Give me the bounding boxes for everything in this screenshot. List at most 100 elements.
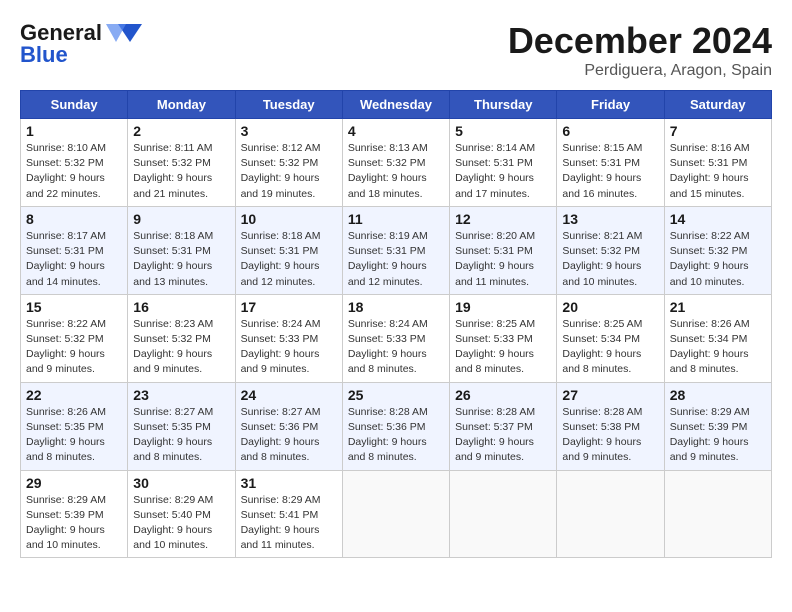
day-number: 20 [562,299,658,315]
day-number: 17 [241,299,337,315]
day-cell-4: 4 Sunrise: 8:13 AMSunset: 5:32 PMDayligh… [342,119,449,207]
col-saturday: Saturday [664,91,771,119]
day-info: Sunrise: 8:24 AMSunset: 5:33 PMDaylight:… [241,318,321,376]
day-number: 28 [670,387,766,403]
day-info: Sunrise: 8:25 AMSunset: 5:34 PMDaylight:… [562,318,642,376]
day-info: Sunrise: 8:21 AMSunset: 5:32 PMDaylight:… [562,230,642,288]
day-cell-5: 5 Sunrise: 8:14 AMSunset: 5:31 PMDayligh… [450,119,557,207]
day-number: 7 [670,123,766,139]
day-cell-3: 3 Sunrise: 8:12 AMSunset: 5:32 PMDayligh… [235,119,342,207]
day-info: Sunrise: 8:18 AMSunset: 5:31 PMDaylight:… [133,230,213,288]
day-info: Sunrise: 8:29 AMSunset: 5:40 PMDaylight:… [133,494,213,552]
day-info: Sunrise: 8:29 AMSunset: 5:41 PMDaylight:… [241,494,321,552]
day-number: 25 [348,387,444,403]
day-info: Sunrise: 8:15 AMSunset: 5:31 PMDaylight:… [562,142,642,200]
day-number: 5 [455,123,551,139]
day-number: 23 [133,387,229,403]
day-info: Sunrise: 8:22 AMSunset: 5:32 PMDaylight:… [26,318,106,376]
day-cell-26: 26 Sunrise: 8:28 AMSunset: 5:37 PMDaylig… [450,382,557,470]
day-number: 29 [26,475,122,491]
day-info: Sunrise: 8:19 AMSunset: 5:31 PMDaylight:… [348,230,428,288]
day-info: Sunrise: 8:24 AMSunset: 5:33 PMDaylight:… [348,318,428,376]
day-cell-17: 17 Sunrise: 8:24 AMSunset: 5:33 PMDaylig… [235,294,342,382]
day-number: 3 [241,123,337,139]
day-cell-11: 11 Sunrise: 8:19 AMSunset: 5:31 PMDaylig… [342,206,449,294]
day-info: Sunrise: 8:28 AMSunset: 5:36 PMDaylight:… [348,406,428,464]
day-cell-13: 13 Sunrise: 8:21 AMSunset: 5:32 PMDaylig… [557,206,664,294]
day-info: Sunrise: 8:28 AMSunset: 5:37 PMDaylight:… [455,406,535,464]
calendar-table: Sunday Monday Tuesday Wednesday Thursday… [20,90,772,558]
day-cell-25: 25 Sunrise: 8:28 AMSunset: 5:36 PMDaylig… [342,382,449,470]
calendar-header-row: Sunday Monday Tuesday Wednesday Thursday… [21,91,772,119]
header: General Blue December 2024 Perdiguera, A… [20,20,772,80]
empty-cell [664,470,771,558]
day-cell-8: 8 Sunrise: 8:17 AMSunset: 5:31 PMDayligh… [21,206,128,294]
day-cell-2: 2 Sunrise: 8:11 AMSunset: 5:32 PMDayligh… [128,119,235,207]
logo-icon [106,22,142,44]
day-cell-12: 12 Sunrise: 8:20 AMSunset: 5:31 PMDaylig… [450,206,557,294]
day-info: Sunrise: 8:13 AMSunset: 5:32 PMDaylight:… [348,142,428,200]
day-cell-9: 9 Sunrise: 8:18 AMSunset: 5:31 PMDayligh… [128,206,235,294]
logo-blue: Blue [20,42,68,68]
day-info: Sunrise: 8:28 AMSunset: 5:38 PMDaylight:… [562,406,642,464]
day-number: 1 [26,123,122,139]
week-row-2: 8 Sunrise: 8:17 AMSunset: 5:31 PMDayligh… [21,206,772,294]
month-title: December 2024 [508,20,772,62]
day-info: Sunrise: 8:11 AMSunset: 5:32 PMDaylight:… [133,142,212,200]
col-friday: Friday [557,91,664,119]
day-cell-18: 18 Sunrise: 8:24 AMSunset: 5:33 PMDaylig… [342,294,449,382]
day-info: Sunrise: 8:20 AMSunset: 5:31 PMDaylight:… [455,230,535,288]
day-number: 30 [133,475,229,491]
day-number: 12 [455,211,551,227]
day-number: 15 [26,299,122,315]
empty-cell [450,470,557,558]
day-number: 27 [562,387,658,403]
day-number: 18 [348,299,444,315]
day-number: 4 [348,123,444,139]
day-info: Sunrise: 8:29 AMSunset: 5:39 PMDaylight:… [26,494,106,552]
week-row-3: 15 Sunrise: 8:22 AMSunset: 5:32 PMDaylig… [21,294,772,382]
day-info: Sunrise: 8:10 AMSunset: 5:32 PMDaylight:… [26,142,106,200]
day-cell-23: 23 Sunrise: 8:27 AMSunset: 5:35 PMDaylig… [128,382,235,470]
day-number: 21 [670,299,766,315]
day-cell-16: 16 Sunrise: 8:23 AMSunset: 5:32 PMDaylig… [128,294,235,382]
day-info: Sunrise: 8:29 AMSunset: 5:39 PMDaylight:… [670,406,750,464]
day-number: 14 [670,211,766,227]
day-number: 24 [241,387,337,403]
empty-cell [557,470,664,558]
col-sunday: Sunday [21,91,128,119]
day-number: 8 [26,211,122,227]
day-cell-31: 31 Sunrise: 8:29 AMSunset: 5:41 PMDaylig… [235,470,342,558]
day-info: Sunrise: 8:12 AMSunset: 5:32 PMDaylight:… [241,142,321,200]
day-info: Sunrise: 8:27 AMSunset: 5:35 PMDaylight:… [133,406,213,464]
day-cell-6: 6 Sunrise: 8:15 AMSunset: 5:31 PMDayligh… [557,119,664,207]
location: Perdiguera, Aragon, Spain [508,62,772,80]
day-number: 22 [26,387,122,403]
day-number: 6 [562,123,658,139]
day-cell-1: 1 Sunrise: 8:10 AMSunset: 5:32 PMDayligh… [21,119,128,207]
day-cell-15: 15 Sunrise: 8:22 AMSunset: 5:32 PMDaylig… [21,294,128,382]
day-number: 10 [241,211,337,227]
day-number: 11 [348,211,444,227]
col-thursday: Thursday [450,91,557,119]
day-info: Sunrise: 8:26 AMSunset: 5:34 PMDaylight:… [670,318,750,376]
day-cell-29: 29 Sunrise: 8:29 AMSunset: 5:39 PMDaylig… [21,470,128,558]
day-cell-14: 14 Sunrise: 8:22 AMSunset: 5:32 PMDaylig… [664,206,771,294]
day-number: 13 [562,211,658,227]
day-cell-30: 30 Sunrise: 8:29 AMSunset: 5:40 PMDaylig… [128,470,235,558]
day-cell-22: 22 Sunrise: 8:26 AMSunset: 5:35 PMDaylig… [21,382,128,470]
day-cell-19: 19 Sunrise: 8:25 AMSunset: 5:33 PMDaylig… [450,294,557,382]
day-info: Sunrise: 8:17 AMSunset: 5:31 PMDaylight:… [26,230,106,288]
day-number: 2 [133,123,229,139]
day-info: Sunrise: 8:27 AMSunset: 5:36 PMDaylight:… [241,406,321,464]
day-number: 9 [133,211,229,227]
col-wednesday: Wednesday [342,91,449,119]
day-cell-21: 21 Sunrise: 8:26 AMSunset: 5:34 PMDaylig… [664,294,771,382]
day-number: 19 [455,299,551,315]
day-info: Sunrise: 8:23 AMSunset: 5:32 PMDaylight:… [133,318,213,376]
day-info: Sunrise: 8:16 AMSunset: 5:31 PMDaylight:… [670,142,750,200]
day-cell-24: 24 Sunrise: 8:27 AMSunset: 5:36 PMDaylig… [235,382,342,470]
day-info: Sunrise: 8:25 AMSunset: 5:33 PMDaylight:… [455,318,535,376]
day-info: Sunrise: 8:18 AMSunset: 5:31 PMDaylight:… [241,230,321,288]
day-number: 16 [133,299,229,315]
